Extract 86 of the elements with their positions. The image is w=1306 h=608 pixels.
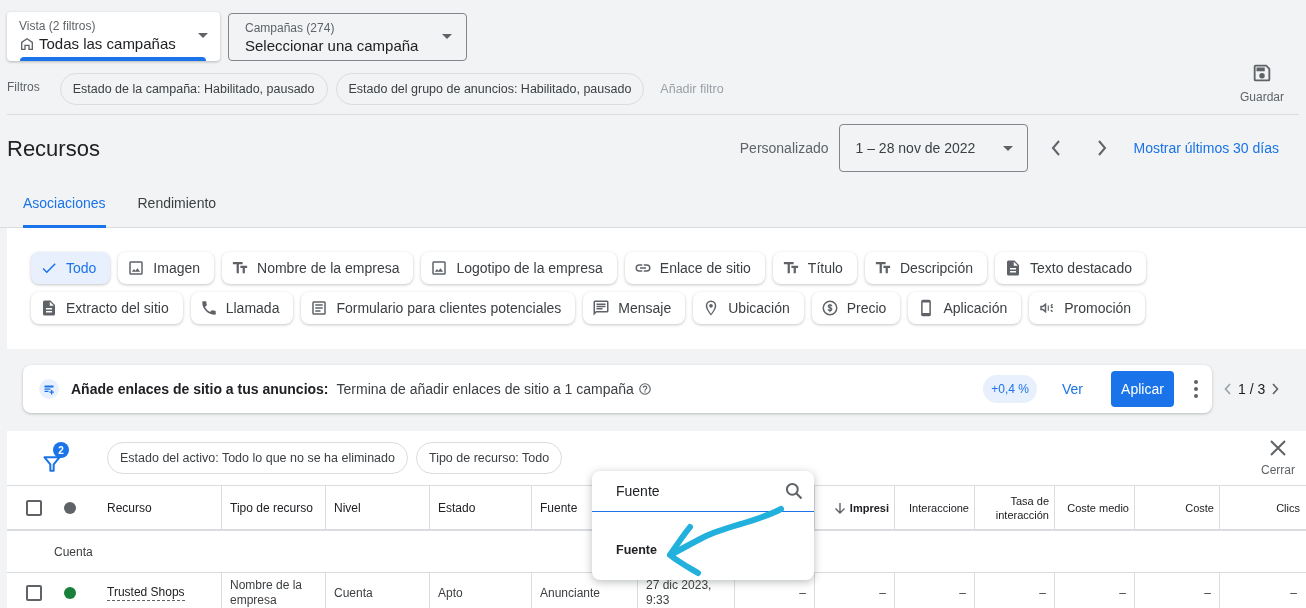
save-button[interactable]: Guardar — [1239, 62, 1284, 106]
page-title: Recursos — [7, 134, 100, 163]
image-icon — [127, 259, 146, 277]
asset-type-chip[interactable]: Promoción — [1029, 292, 1146, 324]
phone-icon — [199, 299, 218, 317]
more-options-icon[interactable] — [1194, 380, 1198, 398]
asset-type-chip[interactable]: Extracto del sitio — [31, 292, 183, 324]
search-result-option[interactable]: Fuente — [616, 543, 657, 557]
group-label: Cuenta — [54, 543, 93, 561]
last-30-days-link[interactable]: Mostrar últimos 30 días — [1133, 137, 1279, 159]
asset-type-chip[interactable]: Nombre de la empresa — [222, 252, 414, 284]
view-selector[interactable]: Vista (2 filtros) Todas las campañas — [7, 12, 220, 61]
storefront-icon — [19, 36, 35, 52]
save-icon — [1251, 62, 1273, 84]
column-header[interactable]: Tipo de recurso — [230, 500, 313, 515]
column-header[interactable]: Nivel — [334, 500, 361, 515]
asset-type-chip[interactable]: Aplicación — [908, 292, 1022, 324]
asset-type-chip[interactable]: Llamada — [190, 292, 294, 324]
next-icon[interactable] — [1271, 383, 1280, 395]
dollar-icon — [820, 299, 839, 317]
message-icon — [592, 299, 611, 317]
filters-label: Filtros — [7, 78, 40, 96]
date-range-label: Personalizado — [739, 138, 829, 158]
asset-type-chip[interactable]: Precio — [811, 292, 901, 324]
asset-type-chip[interactable]: Imagen — [118, 252, 215, 284]
recommendation-text: Termina de añadir enlaces de sitio a 1 campaña — [336, 379, 634, 399]
column-header[interactable]: Estado — [438, 500, 476, 515]
select-all-checkbox[interactable] — [26, 499, 42, 516]
asset-type-chip[interactable]: Formulario para clientes potenciales — [301, 292, 576, 324]
campaign-selector[interactable]: Campañas (274) Seleccionar una campaña — [228, 13, 467, 61]
filter-count-badge: 2 — [53, 442, 69, 458]
sort-descending-icon[interactable] — [833, 501, 846, 514]
filter-icon[interactable] — [42, 454, 62, 474]
caret-icon — [442, 34, 452, 39]
recommendation-icon — [39, 379, 59, 399]
table-cell-text: 27 dic 2023, 9:33 — [646, 578, 713, 608]
help-icon — [637, 382, 652, 396]
column-header[interactable]: Interaccione — [909, 500, 969, 515]
apply-button[interactable]: Aplicar — [1111, 371, 1174, 407]
column-header[interactable]: Coste medio — [1067, 500, 1129, 515]
document-icon — [1004, 259, 1022, 277]
column-header[interactable]: Coste — [1185, 500, 1214, 515]
table-cell: Cuenta — [334, 585, 373, 601]
table-cell: – — [1204, 585, 1211, 601]
close-icon — [1270, 440, 1286, 456]
search-icon — [784, 481, 804, 501]
caret-icon — [198, 33, 208, 38]
asset-type-chip[interactable]: Descripción — [864, 252, 987, 284]
table-cell-text: Nombre de la empresa — [230, 578, 304, 608]
date-range-dropdown[interactable]: 1 – 28 nov de 2022 — [838, 124, 1028, 172]
asset-type-chip[interactable]: Enlace de sitio — [624, 252, 765, 284]
caret-icon — [1002, 146, 1013, 151]
search-field[interactable]: Fuente — [592, 471, 814, 512]
table-cell: Anunciante — [540, 585, 601, 601]
column-header[interactable]: Clics — [1276, 500, 1300, 515]
tab[interactable]: Rendimiento — [137, 179, 217, 228]
asset-type-chip[interactable]: Ubicación — [693, 292, 804, 324]
close-button[interactable]: Cerrar — [1261, 440, 1295, 479]
asset-type-chip[interactable]: Texto destacado — [995, 252, 1146, 284]
pager-text: 1 / 3 — [1238, 379, 1266, 399]
column-header[interactable]: Tasa de interacción — [980, 493, 1049, 522]
asset-type-chip[interactable]: Todo — [31, 252, 111, 284]
asset-name-link[interactable]: Trusted Shops — [107, 585, 185, 601]
table-cell: Apto — [438, 585, 463, 601]
table-cell: – — [959, 585, 966, 601]
uplift-badge: +0,4 % — [983, 375, 1037, 403]
asset-type-chip[interactable]: Título — [772, 252, 857, 284]
column-header[interactable]: Recurso — [107, 500, 152, 515]
form-icon — [310, 299, 329, 317]
column-header[interactable]: Fuente — [540, 500, 578, 515]
view-button[interactable]: Ver — [1050, 371, 1095, 407]
table-cell: – — [799, 585, 806, 601]
document-icon — [40, 299, 58, 317]
table-cell: – — [1119, 585, 1126, 601]
table-cell: – — [1039, 585, 1046, 601]
table-cell: – — [1290, 585, 1297, 601]
chevron-icon — [1050, 140, 1061, 156]
table-cell: – — [879, 585, 886, 601]
recommendation-title: Añade enlaces de sitio a tus anuncios: — [71, 379, 329, 399]
image-icon — [430, 259, 449, 277]
asset-type-chip[interactable]: Logotipo de la empresa — [421, 252, 617, 284]
status-header-icon — [64, 501, 76, 514]
asset-type-chip[interactable]: Mensaje — [583, 292, 686, 324]
column-header[interactable]: Impresi — [849, 500, 889, 515]
chevron-icon — [1096, 140, 1107, 156]
row-checkbox[interactable] — [26, 585, 42, 601]
